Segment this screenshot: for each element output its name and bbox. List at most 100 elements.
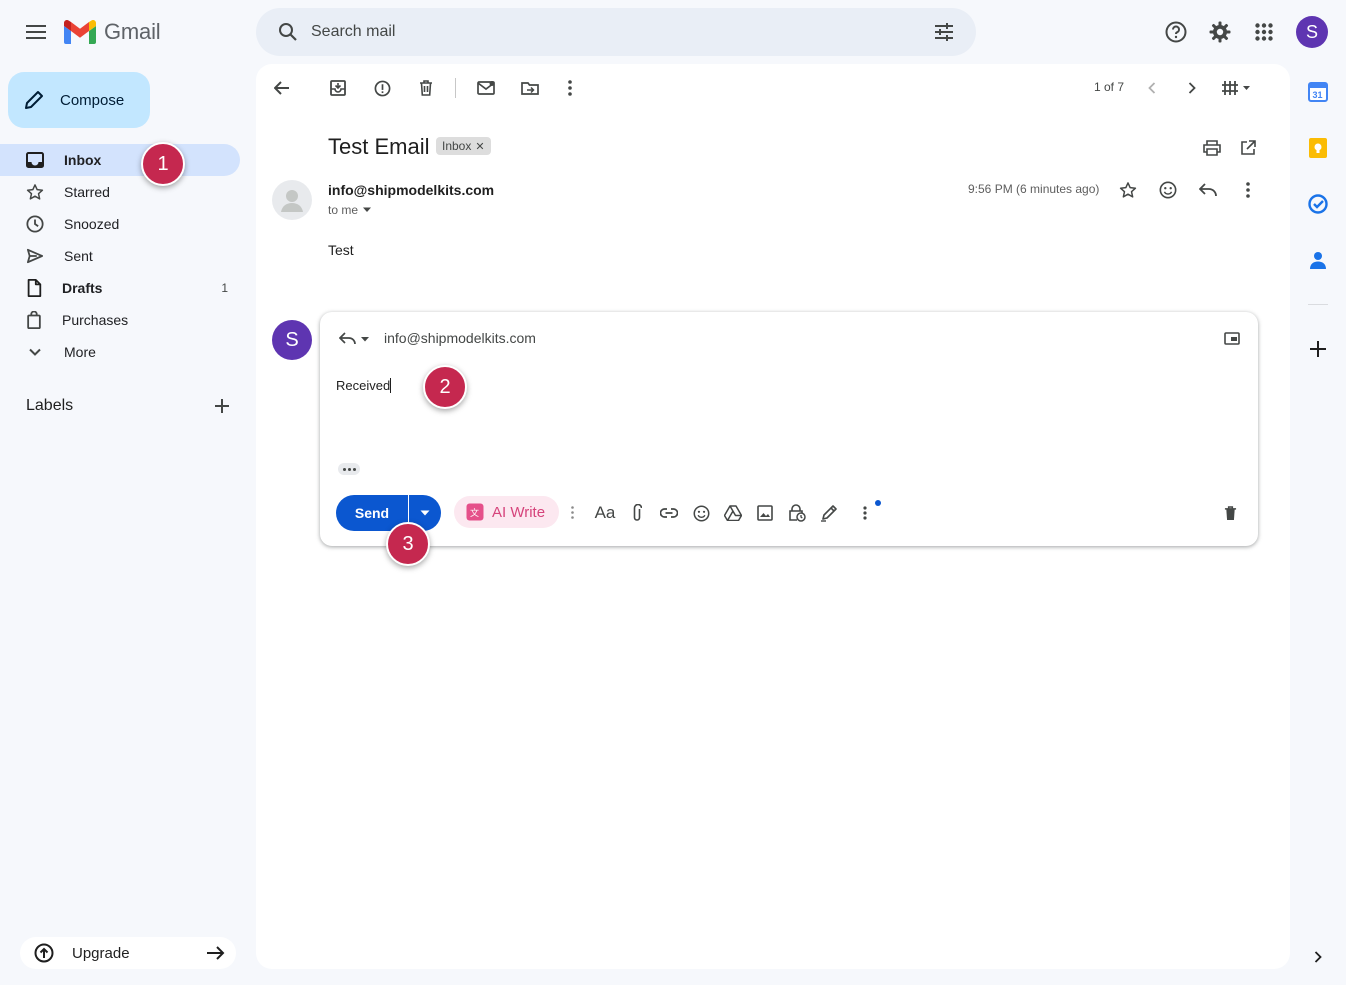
- search-icon[interactable]: [268, 12, 308, 52]
- remove-label-icon[interactable]: ✕: [475, 140, 484, 153]
- print-button[interactable]: [1196, 132, 1228, 164]
- chevron-down-icon: [29, 348, 41, 356]
- chevron-left-icon: [1148, 82, 1156, 94]
- attach-file-button[interactable]: [622, 498, 652, 528]
- input-tools-button[interactable]: [1214, 72, 1258, 104]
- insert-photo-button[interactable]: [750, 498, 780, 528]
- search-bar[interactable]: [256, 8, 976, 56]
- search-input[interactable]: [311, 8, 911, 56]
- insert-link-button[interactable]: [654, 498, 684, 528]
- account-avatar[interactable]: S: [1296, 16, 1328, 48]
- signature-pen-icon: [821, 505, 837, 522]
- step-marker-2: 2: [423, 365, 467, 409]
- sidebar-item-inbox[interactable]: Inbox: [0, 144, 240, 176]
- reply-body-field[interactable]: Received: [336, 378, 392, 393]
- report-spam-button[interactable]: [364, 72, 400, 104]
- message-more-button[interactable]: [1232, 174, 1264, 206]
- insert-drive-button[interactable]: [718, 498, 748, 528]
- compose-button[interactable]: Compose: [8, 72, 150, 128]
- confidential-mode-button[interactable]: [782, 498, 812, 528]
- sidebar-item-drafts[interactable]: Drafts 1: [0, 272, 240, 304]
- sidebar-item-sent[interactable]: Sent: [0, 240, 240, 272]
- plus-icon: [215, 399, 229, 413]
- caret-down-icon: [420, 510, 430, 516]
- reply-button[interactable]: [1192, 174, 1224, 206]
- keep-app-icon[interactable]: [1302, 132, 1334, 164]
- app-name: Gmail: [104, 19, 161, 44]
- upgrade-button[interactable]: Upgrade: [20, 937, 236, 969]
- get-addons-button[interactable]: [1302, 333, 1334, 365]
- reply-icon: [339, 332, 369, 345]
- inbox-icon: [26, 152, 44, 168]
- trash-icon: [1224, 505, 1236, 520]
- sender-avatar[interactable]: [272, 180, 312, 220]
- pop-out-reply-button[interactable]: [1220, 326, 1244, 350]
- upgrade-label: Upgrade: [72, 944, 130, 962]
- help-icon[interactable]: [1156, 12, 1196, 52]
- back-button[interactable]: [264, 72, 300, 104]
- archive-button[interactable]: [320, 72, 356, 104]
- recipient-label: to me: [328, 203, 359, 217]
- more-actions-button[interactable]: [552, 72, 588, 104]
- chevron-right-icon: [1314, 951, 1322, 963]
- tasks-app-icon[interactable]: [1302, 188, 1334, 220]
- sidebar-item-label: Starred: [64, 184, 110, 200]
- sidebar-item-label: Inbox: [64, 152, 102, 168]
- mark-unread-button[interactable]: [468, 72, 504, 104]
- sidebar-item-more[interactable]: More: [0, 336, 240, 368]
- show-trimmed-content-button[interactable]: [338, 463, 360, 475]
- more-vert-icon: [570, 505, 574, 519]
- contacts-app-icon[interactable]: [1302, 244, 1334, 276]
- chip-label: Inbox: [442, 139, 472, 153]
- discard-draft-button[interactable]: [1215, 498, 1245, 528]
- sidebar-item-purchases[interactable]: Purchases: [0, 304, 240, 336]
- search-options-icon[interactable]: [924, 12, 964, 52]
- sidebar-item-snoozed[interactable]: Snoozed: [0, 208, 240, 240]
- inbox-label-chip[interactable]: Inbox ✕: [436, 137, 491, 155]
- hamburger-icon: [26, 25, 46, 39]
- drive-icon: [724, 505, 742, 521]
- toolbar-divider: [455, 78, 456, 98]
- clock-icon: [26, 215, 44, 233]
- svg-text:文: 文: [470, 507, 479, 518]
- settings-gear-icon[interactable]: [1200, 12, 1240, 52]
- trash-icon: [420, 80, 432, 96]
- pencil-icon: [25, 91, 43, 109]
- delete-button[interactable]: [408, 72, 444, 104]
- pop-out-icon: [1224, 331, 1240, 345]
- ai-write-button[interactable]: 文 AI Write: [454, 496, 559, 528]
- older-button[interactable]: [1174, 72, 1210, 104]
- person-icon: [281, 190, 303, 212]
- paperclip-icon: [633, 504, 642, 521]
- gmail-logo[interactable]: Gmail: [64, 18, 161, 46]
- show-side-panel-button[interactable]: [1302, 941, 1334, 973]
- newer-button[interactable]: [1134, 72, 1170, 104]
- star-icon: [26, 184, 44, 200]
- main-menu-button[interactable]: [16, 12, 56, 52]
- recipient-details[interactable]: to me: [328, 203, 372, 217]
- insert-emoji-button[interactable]: [686, 498, 716, 528]
- apps-grid-icon[interactable]: [1244, 12, 1284, 52]
- reply-type-dropdown[interactable]: [334, 328, 374, 350]
- open-new-window-button[interactable]: [1232, 132, 1264, 164]
- add-reaction-button[interactable]: [1152, 174, 1184, 206]
- add-label-button[interactable]: [210, 394, 234, 418]
- image-icon: [757, 505, 773, 521]
- message-timestamp: 9:56 PM (6 minutes ago): [968, 182, 1100, 196]
- reply-recipient[interactable]: info@shipmodelkits.com: [384, 330, 536, 346]
- page-count: 1 of 7: [1094, 80, 1125, 94]
- formatting-options-button[interactable]: Aa: [590, 498, 620, 528]
- sidebar-item-starred[interactable]: Starred: [0, 176, 240, 208]
- link-icon: [660, 508, 678, 518]
- insert-signature-button[interactable]: [814, 498, 844, 528]
- draft-icon: [27, 279, 42, 297]
- move-to-button[interactable]: [512, 72, 548, 104]
- archive-icon: [330, 80, 346, 96]
- reply-icon: [1199, 183, 1217, 197]
- calendar-app-icon[interactable]: 31: [1302, 76, 1334, 108]
- sender-email[interactable]: info@shipmodelkits.com: [328, 182, 494, 198]
- star-button[interactable]: [1112, 174, 1144, 206]
- text-format-icon: Aa: [594, 503, 616, 522]
- text-cursor: [390, 378, 392, 393]
- mail-unread-icon: [477, 81, 495, 95]
